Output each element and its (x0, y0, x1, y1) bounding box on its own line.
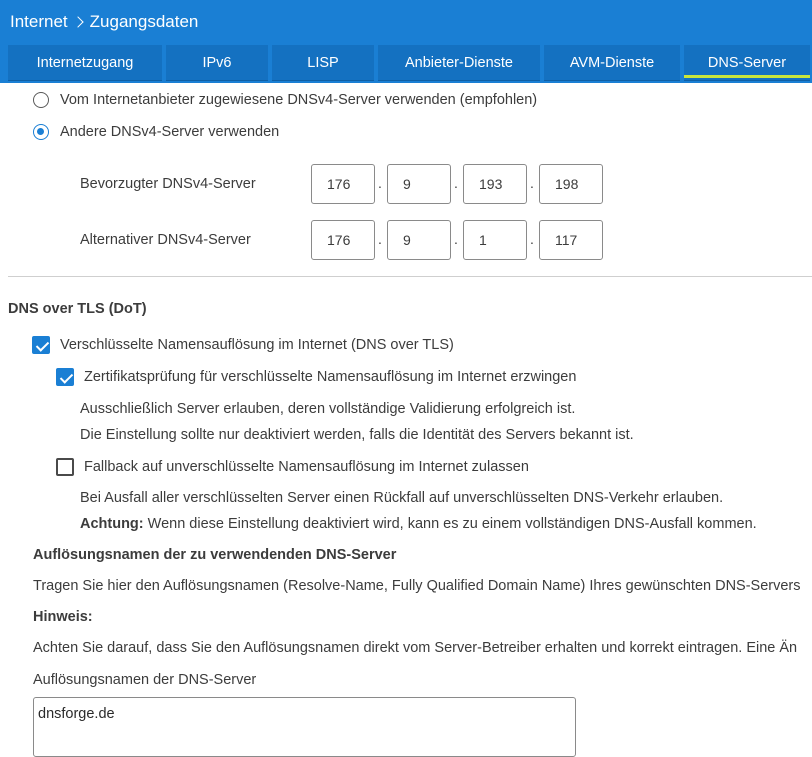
radio-other-dns[interactable]: Andere DNSv4-Server verwenden (33, 124, 279, 140)
fallback-description: Bei Ausfall aller verschlüsselten Server… (80, 490, 724, 506)
ip-separator: . (378, 175, 382, 191)
radio-provider-dns[interactable]: Vom Internetanbieter zugewiesene DNSv4-S… (33, 92, 537, 108)
preferred-dns-octet-4[interactable]: 198 (539, 164, 603, 204)
checkbox-encrypted-dns[interactable]: Verschlüsselte Namensauflösung im Intern… (32, 336, 454, 354)
resolve-names-title: Auflösungsnamen der zu verwendenden DNS-… (33, 547, 397, 563)
alternative-dns-label: Alternativer DNSv4-Server (80, 232, 251, 248)
ip-separator: . (454, 175, 458, 191)
section-divider (8, 276, 812, 277)
dot-section-title: DNS over TLS (DoT) (8, 301, 147, 317)
fallback-warning: Achtung: Wenn diese Einstellung deaktivi… (80, 516, 757, 532)
radio-other-dns-label: Andere DNSv4-Server verwenden (60, 124, 280, 140)
hint-title: Hinweis: (33, 609, 93, 625)
resolve-names-textarea[interactable]: dnsforge.de (33, 697, 576, 757)
checkbox-cert-check[interactable]: Zertifikatsprüfung für verschlüsselte Na… (56, 368, 576, 386)
checkbox[interactable] (32, 336, 50, 354)
checkbox-fallback[interactable]: Fallback auf unverschlüsselte Namensaufl… (56, 458, 529, 476)
alternative-dns-octet-3[interactable]: 1 (463, 220, 527, 260)
resolve-names-field-label: Auflösungsnamen der DNS-Server (33, 672, 257, 688)
alternative-dns-octet-1[interactable]: 176 (311, 220, 375, 260)
warning-text: Wenn diese Einstellung deaktiviert wird,… (143, 516, 757, 532)
checkbox-encrypted-dns-label: Verschlüsselte Namensauflösung im Intern… (60, 337, 454, 353)
ip-separator: . (378, 231, 382, 247)
preferred-dns-octet-1[interactable]: 176 (311, 164, 375, 204)
tab-dns-server[interactable]: DNS-Server (684, 45, 810, 81)
hint-text: Achten Sie darauf, dass Sie den Auflösun… (33, 640, 798, 656)
checkbox-cert-check-label: Zertifikatsprüfung für verschlüsselte Na… (84, 369, 577, 385)
tab-ipv6[interactable]: IPv6 (166, 45, 268, 81)
cert-check-description-1: Ausschließlich Server erlauben, deren vo… (80, 401, 576, 417)
cert-check-description-2: Die Einstellung sollte nur deaktiviert w… (80, 427, 634, 443)
chevron-right-icon (72, 13, 86, 31)
breadcrumb-page: Zugangsdaten (89, 12, 199, 31)
warning-label: Achtung: (80, 516, 144, 532)
tab-lisp[interactable]: LISP (272, 45, 374, 81)
tab-avm-dienste[interactable]: AVM-Dienste (544, 45, 680, 81)
radio-provider-dns-label: Vom Internetanbieter zugewiesene DNSv4-S… (60, 92, 538, 108)
ip-separator: . (530, 231, 534, 247)
resolve-names-description: Tragen Sie hier den Auflösungsnamen (Res… (33, 578, 801, 594)
preferred-dns-octet-2[interactable]: 9 (387, 164, 451, 204)
preferred-dns-octet-3[interactable]: 193 (463, 164, 527, 204)
checkbox-fallback-label: Fallback auf unverschlüsselte Namensaufl… (84, 459, 529, 475)
radio-button[interactable] (33, 92, 49, 108)
tab-internetzugang[interactable]: Internetzugang (8, 45, 162, 81)
checkbox[interactable] (56, 458, 74, 476)
alternative-dns-octet-2[interactable]: 9 (387, 220, 451, 260)
breadcrumb: Internet Zugangsdaten (10, 12, 198, 32)
tab-anbieter-dienste[interactable]: Anbieter-Dienste (378, 45, 540, 81)
ip-separator: . (454, 231, 458, 247)
ip-separator: . (530, 175, 534, 191)
alternative-dns-octet-4[interactable]: 117 (539, 220, 603, 260)
checkbox[interactable] (56, 368, 74, 386)
radio-button[interactable] (33, 124, 49, 140)
preferred-dns-label: Bevorzugter DNSv4-Server (80, 176, 256, 192)
breadcrumb-section[interactable]: Internet (10, 12, 68, 32)
header-bar: Internet Zugangsdaten Internetzugang IPv… (0, 0, 812, 83)
